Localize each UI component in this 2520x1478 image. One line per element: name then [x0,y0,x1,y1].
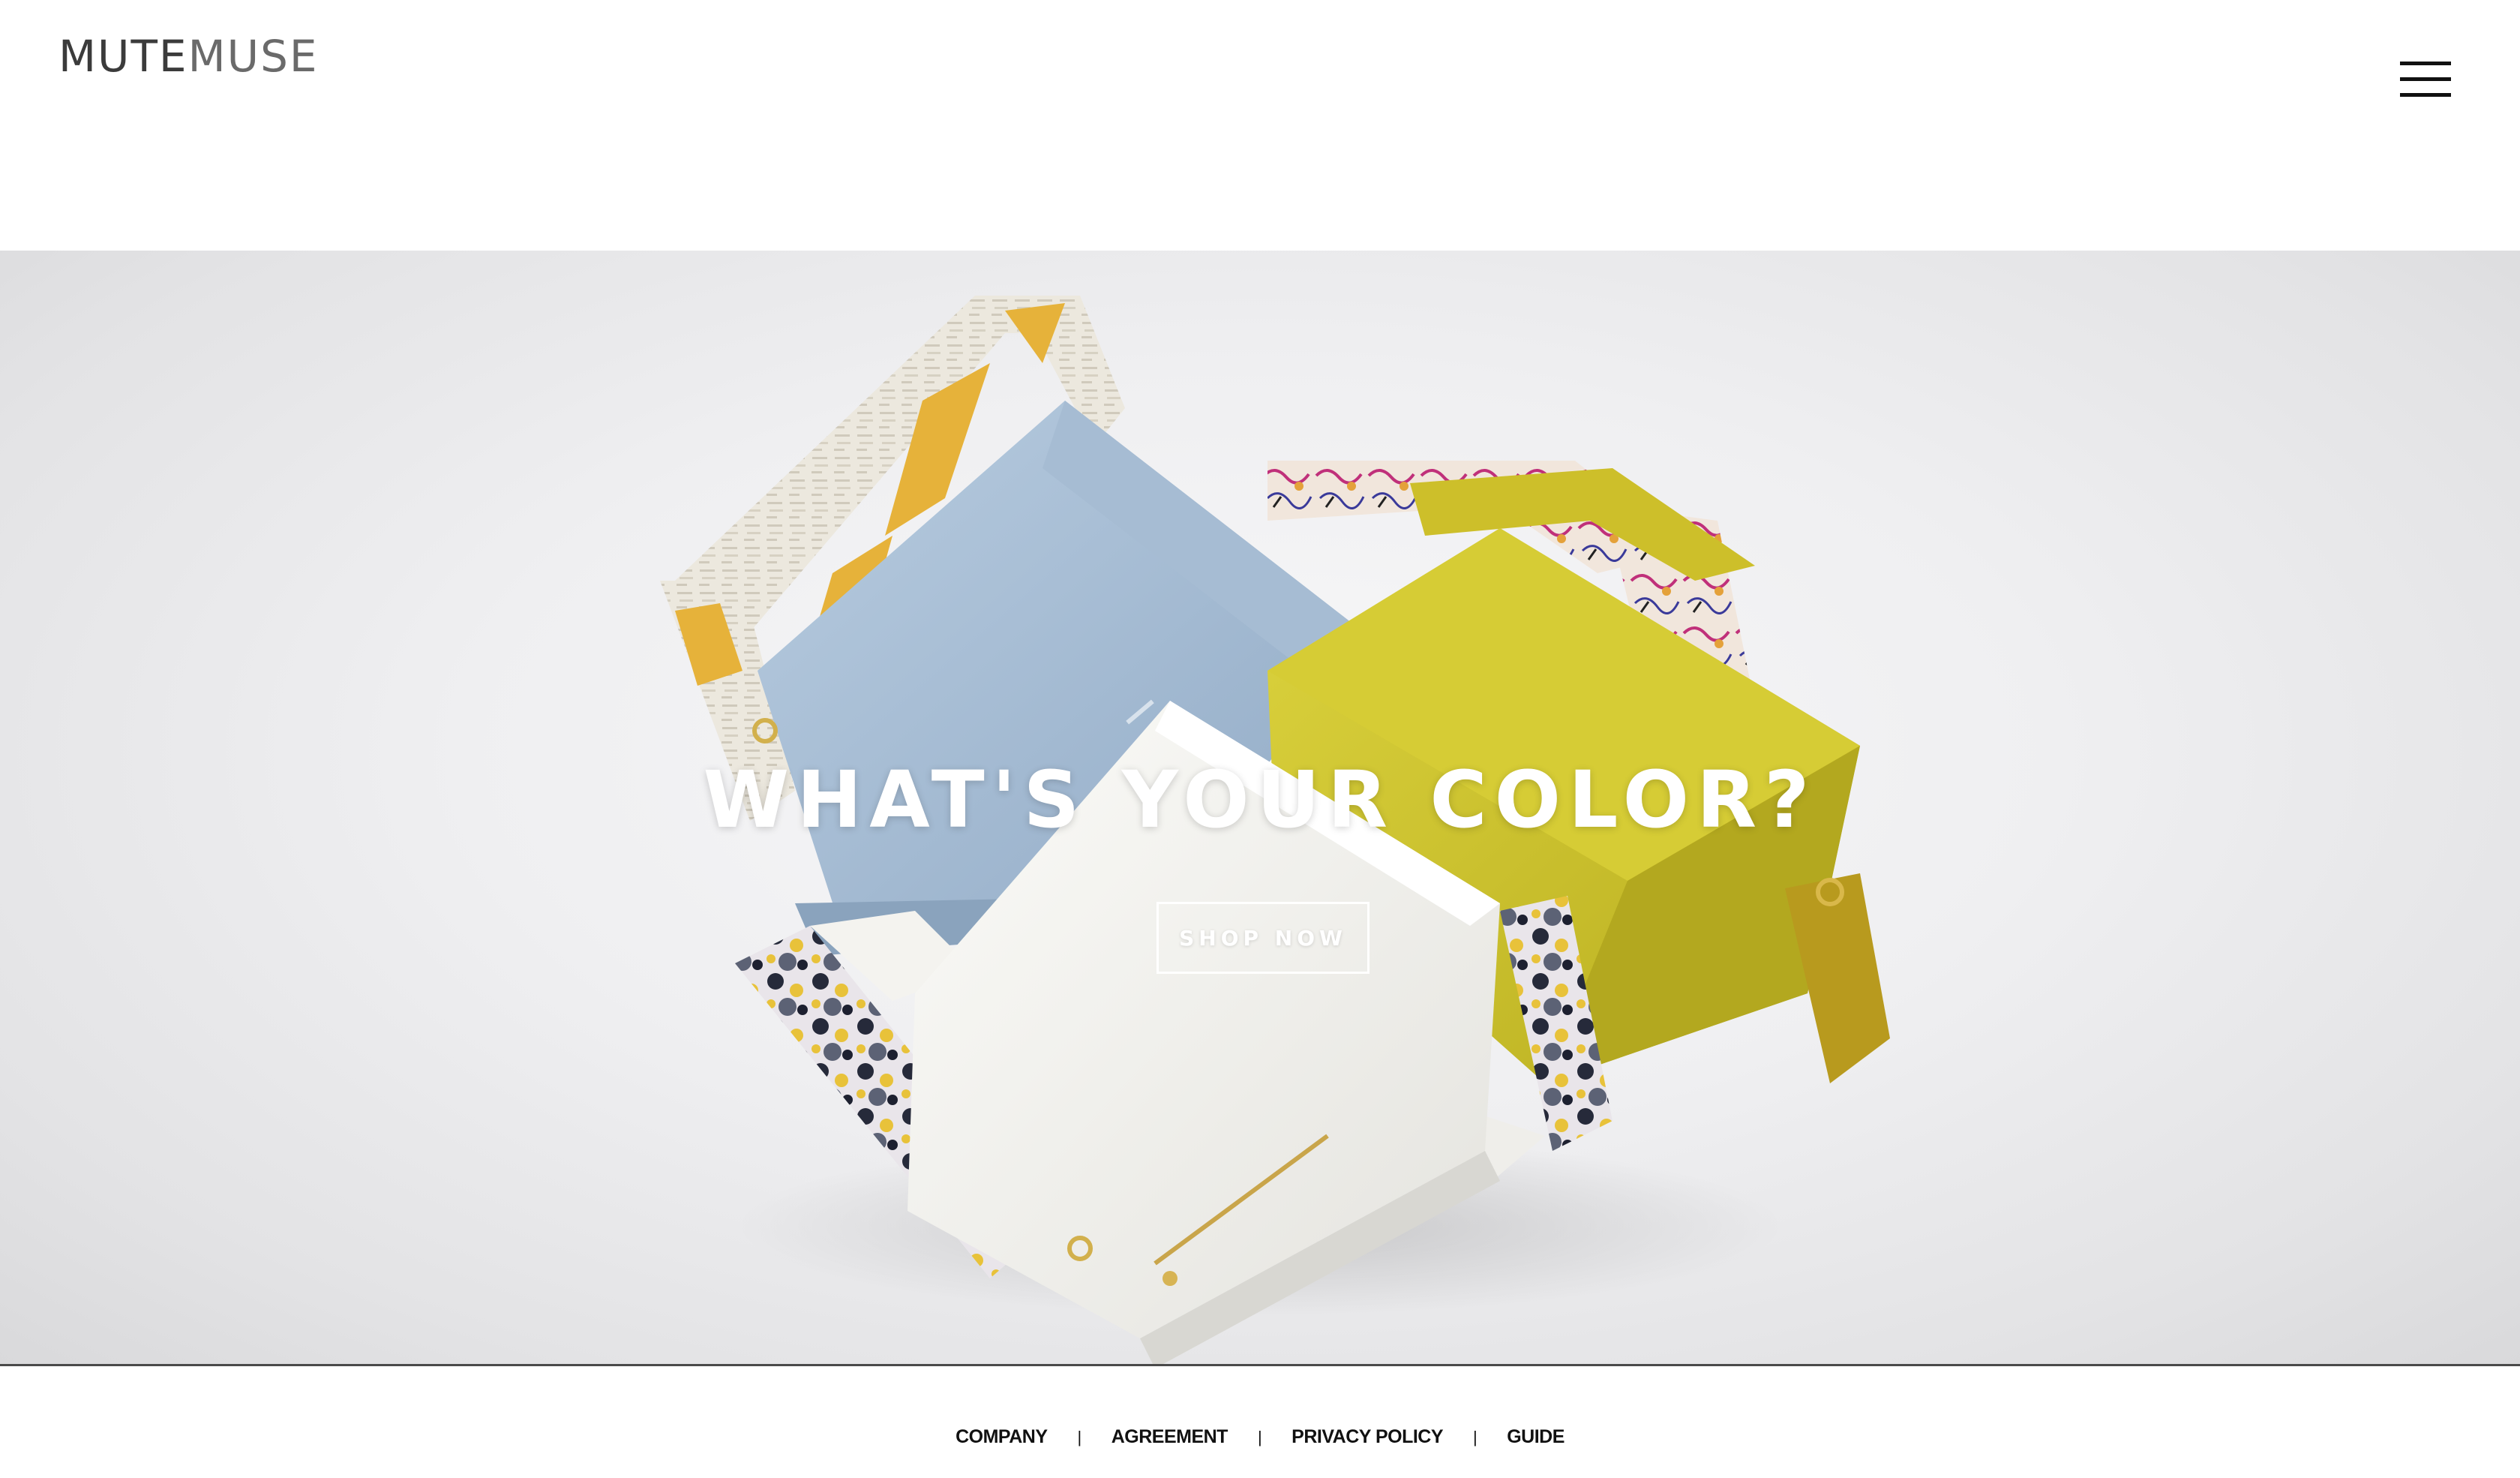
logo-text-mute: MUTE [58,31,188,82]
logo-text-muse: MUSE [188,31,319,82]
footer-nav: COMPANY | AGREEMENT | PRIVACY POLICY | G… [0,1426,2520,1448]
hero-title: WHAT'S YOUR COLOR? [703,754,1817,846]
hamburger-menu-icon[interactable] [2400,62,2451,98]
brand-logo[interactable]: MUTEMUSE [58,35,319,78]
menu-line-top [2400,62,2451,65]
footer-link-company[interactable]: COMPANY [956,1426,1048,1448]
footer-link-guide[interactable]: GUIDE [1507,1426,1564,1448]
footer-link-agreement[interactable]: AGREEMENT [1112,1426,1228,1448]
hero-banner: WHAT'S YOUR COLOR? SHOP NOW [0,251,2520,1364]
menu-line-bottom [2400,93,2451,97]
footer-link-privacy-policy[interactable]: PRIVACY POLICY [1292,1426,1443,1448]
site-footer: COMPANY | AGREEMENT | PRIVACY POLICY | G… [0,1366,2520,1478]
page: MUTEMUSE WHAT'S YOUR COLOR? SHOP NOW COM… [0,0,2520,1478]
footer-separator: | [1257,1427,1262,1446]
shop-now-button[interactable]: SHOP NOW [1156,902,1370,974]
site-header: MUTEMUSE [0,0,2520,251]
menu-line-middle [2400,77,2451,81]
footer-separator: | [1077,1427,1082,1446]
footer-separator: | [1473,1427,1478,1446]
